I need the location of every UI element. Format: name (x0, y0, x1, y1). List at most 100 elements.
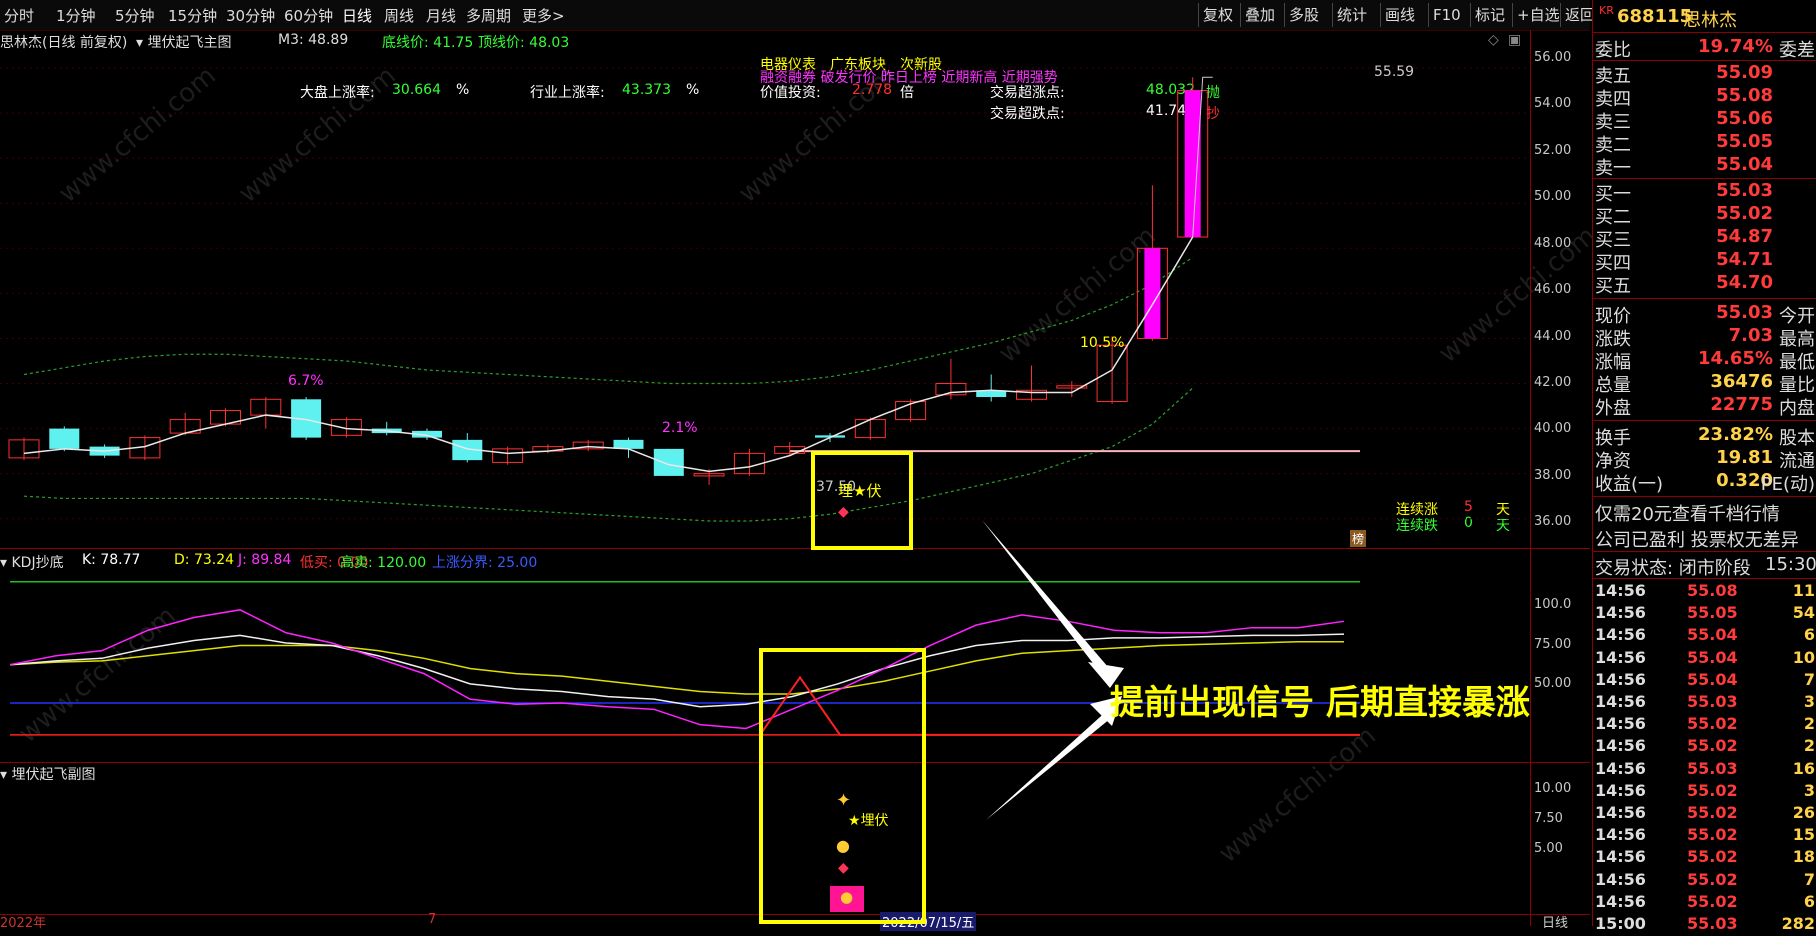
sub-title[interactable]: ▾ 埋伏起飞副图 (0, 764, 95, 784)
tick-volume: 282 (1781, 914, 1815, 933)
bang-badge: 榜 (1350, 530, 1367, 547)
tick-volume: 2 (1803, 714, 1815, 734)
overlay-button[interactable]: 叠加 (1240, 3, 1279, 27)
tick-price: 55.08 (1687, 581, 1738, 600)
bid-row[interactable]: 买一 55.03 (1595, 180, 1815, 205)
divider (1593, 32, 1816, 33)
kr-badge: KR (1599, 4, 1614, 17)
tick-volume: 6 (1803, 891, 1815, 911)
stock-header: KR 688115 思林杰 (1595, 4, 1815, 31)
divider (1593, 60, 1816, 61)
tick-price: 55.02 (1687, 847, 1738, 867)
tab-period-fenshi[interactable]: 分时 (4, 5, 34, 26)
wei-bi-label: 委比 (1595, 40, 1631, 61)
tick-price: 55.02 (1687, 869, 1738, 889)
tick-volume: 26 (1792, 803, 1815, 822)
axis-divider (1530, 30, 1531, 926)
tick-volume: 3 (1803, 780, 1815, 800)
trade-status: 交易状态: 闭市阶段 15:30 (1595, 554, 1816, 579)
tick-volume: 7 (1803, 869, 1815, 889)
tab-period-60min[interactable]: 60分钟 (284, 5, 333, 26)
ask-price: 55.06 (1716, 108, 1773, 129)
bid-price: 55.03 (1716, 180, 1773, 201)
pct-annotation: 6.7% (288, 373, 324, 389)
candle-body (613, 439, 644, 449)
tick-price: 55.03 (1687, 758, 1738, 778)
period-indicator: 日线 (1542, 916, 1569, 931)
tab-period-week[interactable]: 周线 (384, 5, 414, 26)
candlestick-chart[interactable] (0, 30, 1530, 548)
stat-label: 收益(一) (1595, 474, 1664, 495)
y-tick: 40.00 (1534, 421, 1572, 436)
y-tick: 36.00 (1534, 514, 1572, 529)
divider (1593, 298, 1816, 299)
tick-time: 14:56 (1595, 736, 1646, 756)
ask-row[interactable]: 卖三 55.06 (1595, 108, 1815, 133)
tab-period-more[interactable]: 更多> (522, 5, 565, 26)
tick-volume: 18 (1792, 847, 1815, 867)
divider (1593, 420, 1816, 421)
tick-price: 55.02 (1687, 780, 1738, 800)
tick-time: 14:56 (1595, 780, 1646, 800)
y-tick: 50.00 (1534, 189, 1572, 204)
multi-stock-button[interactable]: 多股 (1284, 3, 1323, 27)
period-toolbar: 分时 1分钟 5分钟 15分钟 30分钟 60分钟 日线 周线 月线 多周期 更… (0, 0, 1601, 31)
y-tick: 54.00 (1534, 96, 1572, 111)
ask-row[interactable]: 卖二 55.05 (1595, 131, 1815, 156)
fuquan-button[interactable]: 复权 (1198, 3, 1237, 27)
y-tick: 10.00 (1534, 781, 1572, 796)
add-watchlist-button[interactable]: +自选 (1512, 3, 1564, 27)
bid-row[interactable]: 买三 54.87 (1595, 226, 1815, 251)
ask-row[interactable]: 卖五 55.09 (1595, 62, 1815, 87)
ask-label: 卖一 (1595, 158, 1631, 179)
tab-period-month[interactable]: 月线 (426, 5, 456, 26)
divider (1593, 551, 1816, 552)
quote-panel: KR 688115 思林杰 委比 19.74% 委差 卖五 55.09 卖四 55.… (1592, 0, 1816, 933)
tick-volume: 3 (1803, 692, 1815, 711)
tab-period-1min[interactable]: 1分钟 (56, 5, 96, 26)
tick-volume: 15 (1792, 825, 1815, 845)
bid-row[interactable]: 买二 55.02 (1595, 203, 1815, 228)
bid-row[interactable]: 买四 54.71 (1595, 249, 1815, 274)
tick-price: 55.03 (1687, 692, 1738, 711)
tick-row: 14:56 55.04 10 (1595, 648, 1815, 670)
tick-row: 14:56 55.02 26 (1595, 803, 1815, 825)
annotation-arrows (982, 520, 1124, 820)
tab-period-day[interactable]: 日线 (342, 5, 372, 26)
upper-band-line (23, 256, 1194, 385)
sub-title-label: 埋伏起飞副图 (11, 767, 96, 783)
bid-price: 55.02 (1716, 203, 1773, 224)
y-tick: 100.0 (1534, 597, 1572, 612)
ask-row[interactable]: 卖一 55.04 (1595, 154, 1815, 179)
f10-button[interactable]: F10 (1428, 3, 1465, 27)
stats-button[interactable]: 统计 (1332, 3, 1371, 27)
stat-value: 23.82% (1698, 424, 1773, 445)
bid-row[interactable]: 买五 54.70 (1595, 272, 1815, 297)
tick-time: 14:56 (1595, 847, 1646, 867)
tab-period-15min[interactable]: 15分钟 (168, 5, 217, 26)
tick-price: 55.05 (1687, 603, 1738, 623)
tick-price: 55.02 (1687, 803, 1738, 822)
tick-price: 55.02 (1687, 714, 1738, 734)
tick-time: 14:56 (1595, 869, 1646, 889)
promo-level2[interactable]: 仅需20元查看千档行情 (1595, 500, 1815, 525)
pct-annotation: 2.1% (662, 420, 698, 436)
tick-volume: 54 (1792, 603, 1815, 623)
tick-row: 14:56 55.02 6 (1595, 892, 1815, 914)
draw-line-button[interactable]: 画线 (1380, 3, 1419, 27)
stat-label2: PE(动) (1760, 474, 1815, 495)
tick-row: 14:56 55.02 18 (1595, 847, 1815, 869)
tab-period-5min[interactable]: 5分钟 (115, 5, 155, 26)
x-axis-month: 7 (428, 912, 437, 927)
arrow-line (982, 520, 1114, 680)
tab-period-30min[interactable]: 30分钟 (226, 5, 275, 26)
candle-body-fill (1144, 248, 1161, 339)
tick-price: 55.04 (1687, 625, 1738, 645)
ask-price: 55.04 (1716, 154, 1773, 175)
tab-period-multi[interactable]: 多周期 (466, 5, 511, 26)
y-tick: 38.00 (1534, 468, 1572, 483)
promo-company[interactable]: 公司已盈利 投票权无差异 (1595, 526, 1815, 551)
mark-button[interactable]: 标记 (1470, 3, 1509, 27)
tick-time: 14:56 (1595, 803, 1646, 822)
ask-row[interactable]: 卖四 55.08 (1595, 85, 1815, 110)
